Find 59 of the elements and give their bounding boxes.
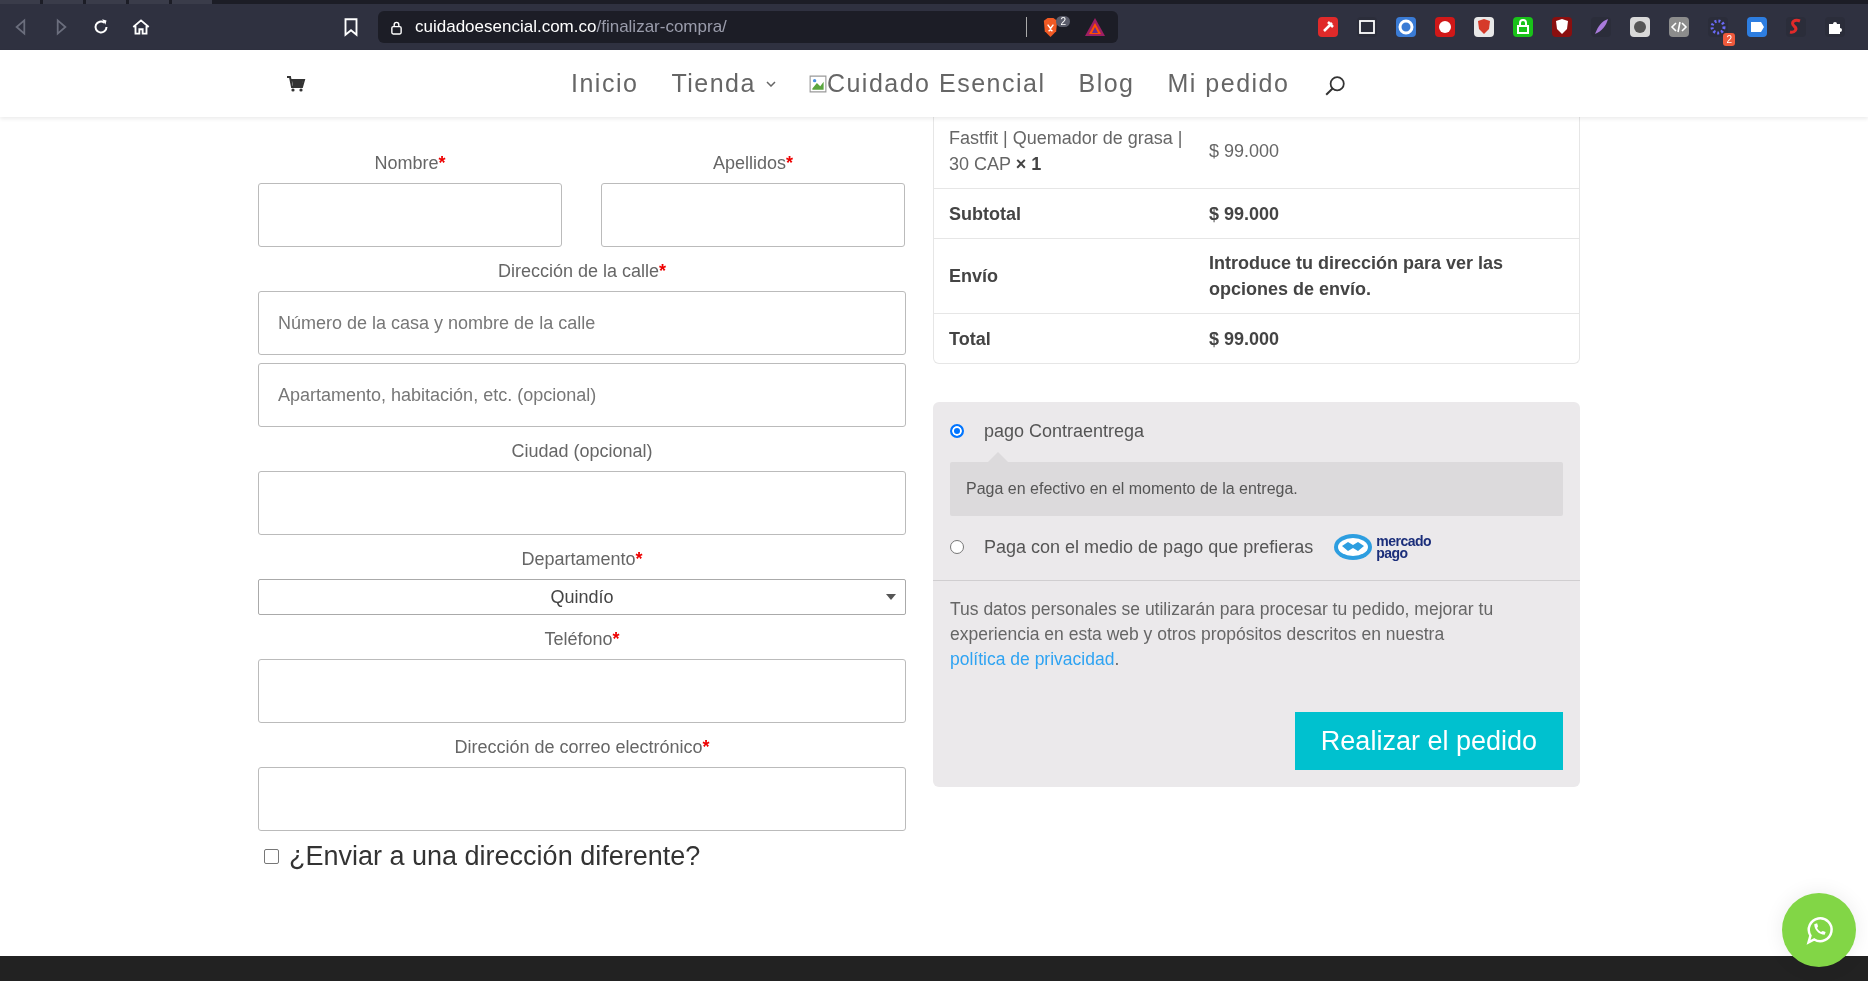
input-field[interactable]: [258, 471, 906, 535]
extension-icon[interactable]: [1356, 16, 1378, 38]
radio-button[interactable]: [950, 424, 964, 438]
field-label: Apellidos*: [712, 153, 794, 174]
table-cell-text: Envío: [948, 265, 999, 288]
site-logo-link[interactable]: Cuidado Esencial: [808, 69, 1046, 98]
radio-label: Paga con el medio de pago que prefieras: [984, 536, 1314, 558]
nav-dropdown[interactable]: Tienda: [671, 69, 776, 98]
table-cell-text: Total: [948, 327, 992, 351]
table-cell-text: $ 99.000: [1209, 140, 1281, 163]
privacy-notice: Tus datos personales se utilizarán para procesar tu pedido, mejorar tu experiencia en esta web y otros propósitos descritos en nuestra política de privacidad.: [950, 598, 1495, 671]
table-cell-text: Fastfit | Quemador de grasa | 30 CAP × 1: [948, 127, 1184, 176]
input-field[interactable]: [258, 767, 906, 831]
radio-button[interactable]: [950, 540, 964, 554]
checkbox-label: ¿Enviar a una dirección diferente?: [289, 841, 701, 872]
table-cell-text: Subtotal: [948, 202, 1022, 226]
table-cell-text: $ 99.000: [1209, 327, 1281, 351]
cart-icon[interactable]: [286, 74, 306, 93]
input-field[interactable]: [258, 659, 906, 723]
nav-link[interactable]: Blog: [1078, 69, 1135, 98]
input-field[interactable]: Apartamento, habitación, etc. (opcional): [258, 363, 906, 427]
nav-link[interactable]: Inicio: [571, 69, 639, 98]
lock-icon: [390, 19, 403, 35]
field-label: Dirección de la calle*: [497, 261, 667, 282]
nav-link[interactable]: Mi pedido: [1167, 69, 1290, 98]
extension-icon[interactable]: [1746, 16, 1768, 38]
caret-icon: [886, 594, 896, 600]
checkbox[interactable]: [264, 849, 279, 864]
extension-icon[interactable]: [1551, 16, 1573, 38]
extension-icon[interactable]: [1629, 16, 1651, 38]
broken-image-icon: [808, 74, 827, 93]
extension-icon[interactable]: [1434, 16, 1456, 38]
extension-icon[interactable]: [1395, 16, 1417, 38]
payment-description: Paga en efectivo en el momento de la entrega.: [950, 462, 1563, 516]
extension-icon[interactable]: [1512, 16, 1534, 38]
triangle-icon[interactable]: [1084, 17, 1106, 37]
field-label: Ciudad (opcional): [511, 441, 653, 462]
handshake-logo-icon: [1333, 533, 1374, 561]
extension-icon[interactable]: [1668, 16, 1690, 38]
field-label: Dirección de correo electrónico*: [454, 737, 710, 758]
shield-count-badge: 2: [1056, 15, 1070, 27]
address-bar[interactable]: cuidadoesencial.com.co/finalizar-compra/ 2: [378, 11, 1118, 43]
table-cell-text: $ 99.000: [1209, 202, 1281, 226]
field-label: Nombre*: [374, 153, 446, 174]
search-icon[interactable]: [1324, 74, 1347, 97]
input-field[interactable]: [601, 183, 905, 247]
radio-label: pago Contraentrega: [984, 420, 1145, 442]
input-field[interactable]: Número de la casa y nombre de la calle: [258, 291, 906, 355]
extension-icon[interactable]: [1473, 16, 1495, 38]
field-label: Departamento*: [521, 549, 643, 570]
extension-icon[interactable]: [1824, 16, 1846, 38]
select-field[interactable]: Quindío: [258, 579, 906, 615]
notification-badge: 2: [1723, 33, 1735, 46]
input-field[interactable]: [258, 183, 562, 247]
chevron-down-icon: [765, 80, 776, 87]
logo-text: mercado pago: [1376, 535, 1432, 559]
table-cell-text: Introduce tu dirección para ver las opciones de envío.: [1209, 252, 1505, 301]
extension-icon[interactable]: [1317, 16, 1339, 38]
field-label: Teléfono*: [544, 629, 620, 650]
